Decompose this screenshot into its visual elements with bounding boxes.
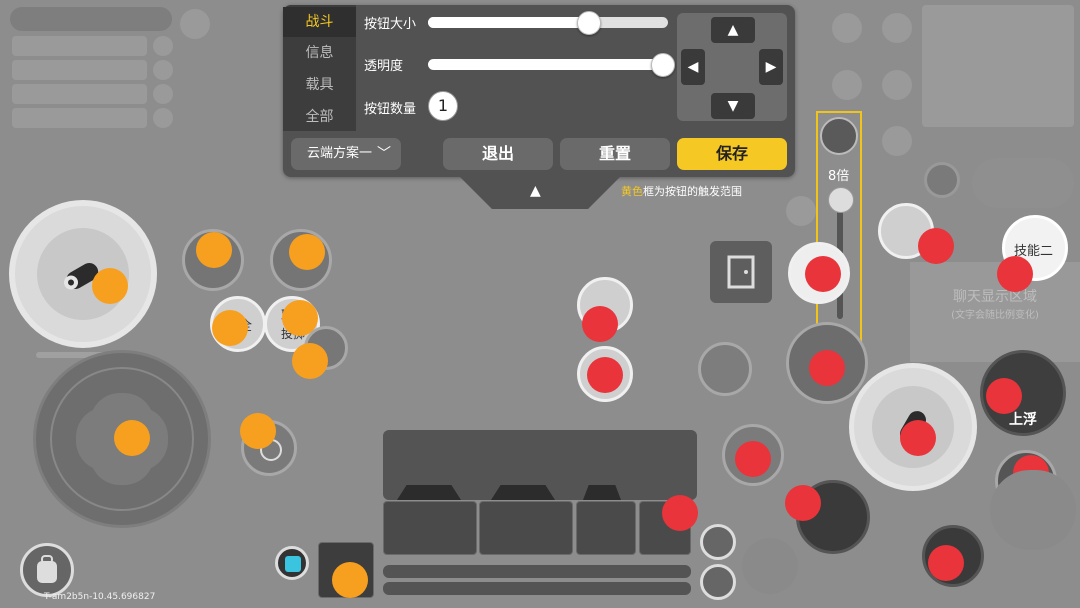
armor-button[interactable]	[700, 564, 736, 600]
teammate-portraits	[972, 158, 1074, 208]
touch-marker	[986, 378, 1022, 414]
teammate-dot	[153, 108, 173, 128]
float-up-label: 上浮	[1009, 412, 1037, 428]
touch-marker	[662, 495, 698, 531]
settings-icon[interactable]	[882, 13, 912, 43]
quick-bar	[383, 582, 691, 595]
weapon-tab	[397, 485, 461, 500]
size-slider-knob[interactable]	[577, 11, 602, 35]
touch-marker	[809, 350, 845, 386]
scope-max-label: 8倍	[828, 169, 850, 184]
heal-button[interactable]	[700, 524, 736, 560]
scheme-label: 云端方案一	[307, 146, 373, 161]
tab-all[interactable]: 全部	[283, 102, 356, 132]
sprint-icon[interactable]	[924, 162, 960, 198]
tab-combat[interactable]: 战斗	[283, 7, 356, 37]
location-icon[interactable]	[786, 196, 816, 226]
weapon-slot-1[interactable]	[383, 501, 477, 555]
voice-icon	[180, 9, 210, 39]
exit-vehicle-icon[interactable]	[832, 70, 862, 100]
version-text: T-am2b5n-10.45.696827	[44, 592, 156, 602]
weapon-tab	[583, 485, 621, 500]
door-icon	[727, 255, 755, 289]
camera-icon[interactable]	[832, 13, 862, 43]
backpack-button[interactable]	[20, 543, 74, 597]
weapon-slot-3[interactable]	[576, 501, 636, 555]
touch-marker	[587, 357, 623, 393]
scope-toggle-button[interactable]	[820, 117, 858, 155]
outfit-button[interactable]	[275, 546, 309, 580]
category-tabs: 战斗 信息 载具 全部	[283, 5, 356, 131]
hint-yellow-word: 黄色	[621, 185, 643, 198]
shirt-icon	[285, 556, 301, 572]
move-down-button[interactable]: ▼	[711, 93, 755, 119]
teammate-bar	[12, 84, 147, 104]
touch-marker	[928, 545, 964, 581]
scope-zoom-slider[interactable]: 8倍 4倍	[816, 111, 862, 357]
size-label: 按钮大小	[364, 17, 417, 32]
opacity-slider-knob[interactable]	[651, 53, 675, 77]
hint-text: 框为按钮的触发范围	[643, 185, 742, 198]
move-up-button[interactable]: ▲	[711, 17, 755, 43]
chat-subtitle: (文字会随比例变化)	[951, 310, 1039, 321]
faded-emote-button	[990, 470, 1076, 550]
touch-marker	[900, 420, 936, 456]
trigger-range-hint: 黄色框为按钮的触发范围	[621, 183, 742, 199]
exit-button[interactable]: 退出	[443, 138, 553, 170]
touch-marker	[292, 343, 328, 379]
weapon-slot-2[interactable]	[479, 501, 573, 555]
move-left-button[interactable]: ◀	[681, 49, 705, 85]
touch-marker	[196, 232, 232, 268]
touch-marker	[785, 485, 821, 521]
touch-marker	[92, 268, 128, 304]
scheme-dropdown[interactable]: 云端方案一 ﹀	[291, 138, 401, 170]
touch-marker	[805, 256, 841, 292]
reset-button[interactable]: 重置	[560, 138, 670, 170]
opacity-label: 透明度	[364, 59, 404, 74]
teammate-dot	[153, 36, 173, 56]
size-slider[interactable]	[428, 17, 668, 28]
save-button[interactable]: 保存	[677, 138, 787, 170]
touch-marker	[114, 420, 150, 456]
layout-edit-panel: 战斗 信息 载具 全部 按钮大小 透明度 按钮数量 1 ▲ ▼ ◀ ▶ 云端方案…	[283, 5, 795, 177]
tab-vehicle[interactable]: 载具	[283, 70, 356, 100]
door-button[interactable]	[710, 241, 772, 303]
tab-info[interactable]: 信息	[283, 38, 356, 68]
count-label: 按钮数量	[364, 102, 417, 117]
minimap	[922, 5, 1074, 127]
quick-bar	[383, 565, 691, 578]
teammate-dot	[153, 84, 173, 104]
team-bar	[10, 7, 172, 31]
weapon-bar	[383, 430, 697, 500]
weapon-tab	[491, 485, 555, 500]
mic-icon[interactable]	[882, 126, 912, 156]
count-value: 1	[428, 91, 458, 121]
chevron-down-icon: ﹀	[377, 146, 391, 162]
teammate-bar	[12, 60, 147, 80]
touch-marker	[918, 228, 954, 264]
touch-marker	[240, 413, 276, 449]
touch-marker	[332, 562, 368, 598]
scope-knob[interactable]	[828, 187, 854, 213]
chat-area: 聊天显示区域 (文字会随比例变化)	[910, 262, 1080, 362]
touch-marker	[582, 306, 618, 342]
opacity-slider[interactable]	[428, 59, 668, 70]
touch-marker	[289, 234, 325, 270]
chat-title: 聊天显示区域	[953, 289, 1037, 305]
chevron-up-icon: ▲	[530, 183, 541, 199]
faded-action-button	[742, 538, 798, 594]
touch-marker	[997, 256, 1033, 292]
teammate-bar	[12, 108, 147, 128]
touch-marker	[212, 310, 248, 346]
backpack-icon	[37, 555, 57, 583]
collapse-panel-tab[interactable]: ▲	[460, 177, 620, 209]
touch-marker	[735, 441, 771, 477]
position-dpad: ▲ ▼ ◀ ▶	[677, 13, 787, 121]
teammate-dot	[153, 60, 173, 80]
speaker-icon[interactable]	[882, 70, 912, 100]
move-right-button[interactable]: ▶	[759, 49, 783, 85]
teammate-bar	[12, 36, 147, 56]
fire-button-left[interactable]	[9, 200, 157, 348]
lungs-button[interactable]	[698, 342, 752, 396]
